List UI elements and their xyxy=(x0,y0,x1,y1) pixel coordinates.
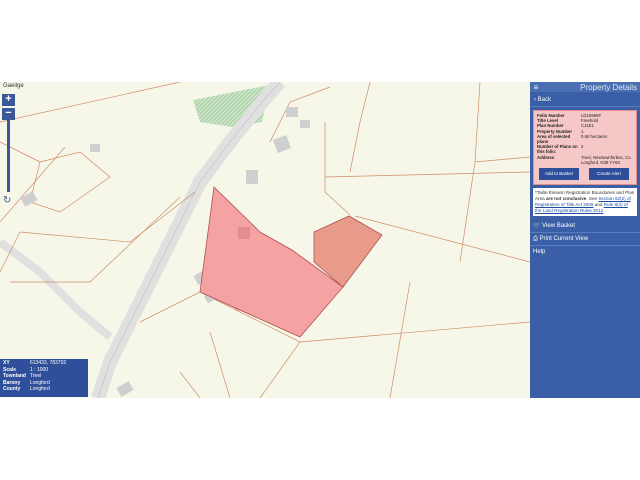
detail-row: Number of Plans on this folio: 2 xyxy=(537,144,584,155)
zoom-slider[interactable] xyxy=(7,120,10,192)
language-toggle[interactable]: Gaeilge xyxy=(3,83,24,89)
help-link[interactable]: Help xyxy=(530,246,640,258)
disclaimer-note: *Tailte Éireann Registration Boundaries … xyxy=(533,188,637,217)
map-canvas[interactable] xyxy=(0,82,530,398)
info-row: Barony Longford xyxy=(3,379,50,386)
detail-actions: Add to Basket Create Alert xyxy=(537,165,633,181)
back-link[interactable]: ‹ Back xyxy=(530,94,640,107)
side-road xyxy=(0,238,113,341)
info-row: Townland Treel xyxy=(3,373,42,380)
print-icon: ⎙ xyxy=(533,236,538,243)
view-basket-link[interactable]: 🛒 View Basket xyxy=(530,220,640,234)
panel-header: ≡ Property Details xyxy=(530,82,640,92)
info-row: XY 613433, 783702 xyxy=(3,360,67,366)
detail-row: Address Treel, Newtownforbes, Co. Longfor… xyxy=(537,154,632,165)
building-on-parcel xyxy=(238,227,250,239)
refresh-icon[interactable]: ↻ xyxy=(3,195,11,206)
zoom-out-button[interactable]: − xyxy=(2,108,15,120)
property-details-panel: ≡ Property Details ‹ Back Folio Number LD… xyxy=(530,82,640,398)
basket-icon: 🛒 xyxy=(533,223,541,230)
menu-icon[interactable]: ≡ xyxy=(530,83,542,92)
detail-row: Area of selected plans 0.60 hectares xyxy=(537,133,608,145)
zoom-in-button[interactable]: + xyxy=(2,94,15,106)
map-viewport[interactable]: Gaeilge + − ↻ XY 613433, 783702 Scale 1 : … xyxy=(0,82,530,398)
panel-title: Property Details xyxy=(580,82,637,92)
info-row: County Longford xyxy=(3,386,50,393)
app-window: Gaeilge + − ↻ XY 613433, 783702 Scale 1 : … xyxy=(0,82,640,398)
property-details-card: Folio Number LD15969F Title Level Freehold… xyxy=(533,110,637,186)
create-alert-button[interactable]: Create Alert xyxy=(589,168,629,181)
print-view-link[interactable]: ⎙ Print Current View xyxy=(530,233,640,247)
add-to-basket-button[interactable]: Add to Basket xyxy=(539,168,579,181)
chevron-left-icon: ‹ xyxy=(534,97,536,103)
info-row: Scale 1 : 1000 xyxy=(3,366,49,373)
coordinates-info-box: XY 613433, 783702 Scale 1 : 1000 Townland T… xyxy=(0,359,88,397)
